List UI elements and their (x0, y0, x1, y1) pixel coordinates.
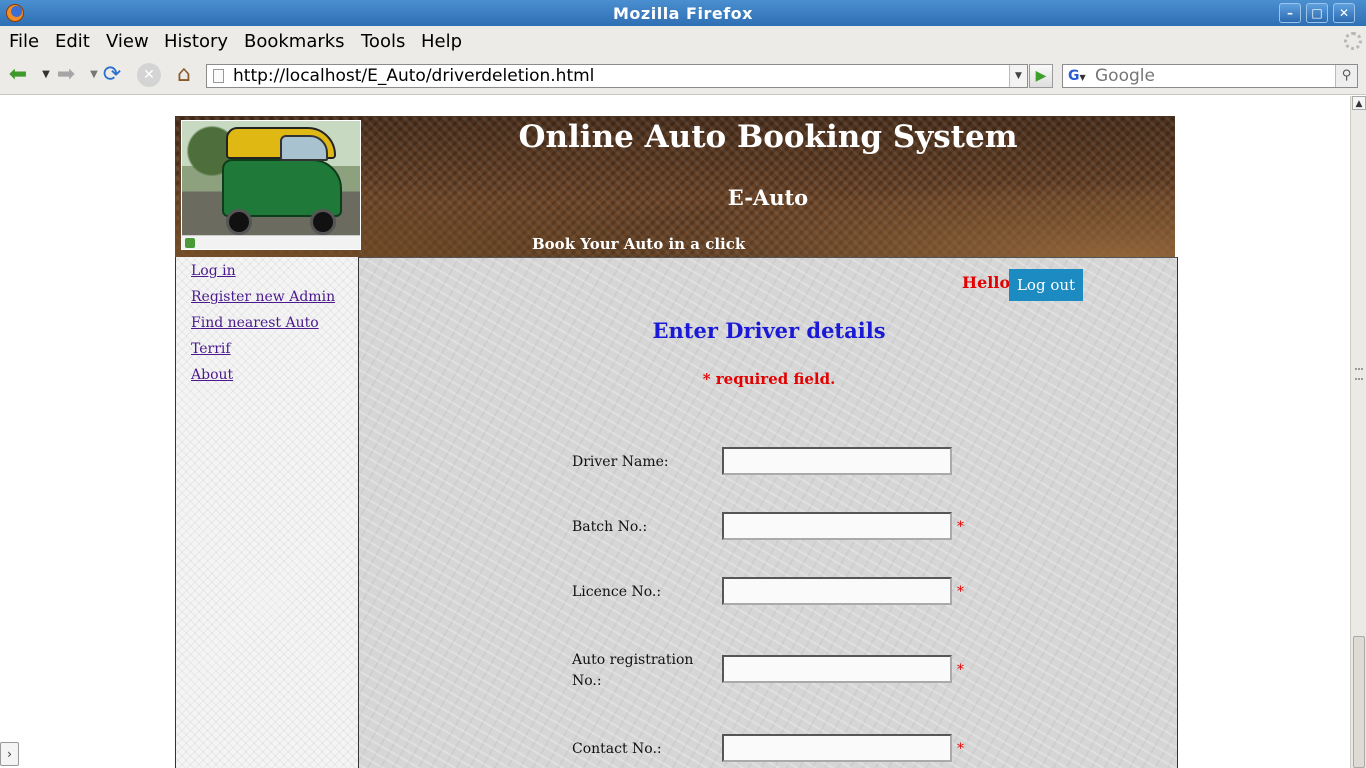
scroll-up-arrow-icon[interactable]: ▲ (1352, 96, 1366, 110)
nav-link-find-nearest-auto[interactable]: Find nearest Auto (191, 315, 319, 331)
auto-registration-no-label: Auto registration No.: (572, 652, 694, 689)
address-bar[interactable]: http://localhost/E_Auto/driverdeletion.h… (206, 64, 1028, 88)
go-button[interactable]: ▶ (1029, 64, 1053, 88)
contact-no-required-mark: * (957, 741, 964, 757)
licence-no-label: Licence No.: (572, 584, 662, 600)
auto-registration-no-required-mark: * (957, 662, 964, 678)
forward-arrow-icon[interactable]: ➡ (54, 63, 78, 87)
page-icon (213, 69, 224, 83)
photo-auto-windshield (280, 135, 328, 161)
minimize-button[interactable]: – (1279, 3, 1301, 23)
batch-no-field[interactable] (722, 512, 952, 540)
menu-bar: File Edit View History Bookmarks Tools H… (0, 26, 1366, 55)
url-text[interactable]: http://localhost/E_Auto/driverdeletion.h… (233, 66, 594, 86)
activity-throbber-icon (1344, 32, 1362, 50)
home-icon[interactable]: ⌂ (172, 63, 196, 87)
magnifier-icon[interactable]: ⚲ (1335, 65, 1357, 87)
search-engine-letter: G (1068, 68, 1080, 84)
site-subtitle: E-Auto (727, 185, 809, 210)
search-bar[interactable]: G▼ ⚲ (1062, 64, 1358, 88)
auto-registration-no-field[interactable] (722, 655, 952, 683)
menu-tools[interactable]: Tools (361, 31, 405, 52)
photo-caption-strip (182, 235, 360, 249)
menu-help[interactable]: Help (421, 31, 462, 52)
auto-rickshaw-photo (181, 120, 361, 250)
greeting-text: Hello, (962, 273, 1016, 292)
menu-view[interactable]: View (106, 31, 149, 52)
menu-file[interactable]: File (9, 31, 39, 52)
photo-logo-icon (185, 238, 195, 248)
photo-wheel (226, 209, 252, 235)
nav-link-login[interactable]: Log in (191, 263, 236, 279)
licence-no-required-mark: * (957, 584, 964, 600)
sidebar-toggle-chevron-icon[interactable]: › (0, 742, 19, 766)
driver-name-field[interactable] (722, 447, 952, 475)
stop-icon[interactable]: ✕ (137, 63, 161, 87)
menu-bookmarks[interactable]: Bookmarks (244, 31, 345, 52)
menu-edit[interactable]: Edit (55, 31, 90, 52)
vertical-scrollbar[interactable]: ▲ (1350, 96, 1366, 768)
page-viewport: Online Auto Booking System E-Auto Book Y… (0, 96, 1350, 768)
batch-no-required-mark: * (957, 519, 964, 535)
licence-no-field[interactable] (722, 577, 952, 605)
search-engine-dropdown-icon: ▼ (1079, 73, 1086, 82)
scrollbar-thumb[interactable] (1353, 636, 1365, 768)
nav-link-terrif[interactable]: Terrif (191, 341, 231, 357)
site-header-banner: Online Auto Booking System E-Auto Book Y… (175, 116, 1175, 257)
form-title: Enter Driver details (652, 318, 886, 343)
photo-wheel (310, 209, 336, 235)
contact-no-field[interactable] (722, 734, 952, 762)
required-field-note: * required field. (702, 370, 836, 388)
left-navigation: Log in Register new Admin Find nearest A… (175, 257, 359, 768)
window-title: Mozilla Firefox (613, 4, 753, 23)
menu-history[interactable]: History (164, 31, 228, 52)
maximize-button[interactable]: □ (1306, 3, 1328, 23)
reload-icon[interactable]: ⟳ (100, 63, 124, 87)
back-arrow-icon[interactable]: ⬅ (6, 63, 30, 87)
window-title-bar: Mozilla Firefox – □ ✕ (0, 0, 1366, 26)
batch-no-label: Batch No.: (572, 519, 648, 535)
logout-button[interactable]: Log out (1009, 269, 1083, 301)
nav-link-register-admin[interactable]: Register new Admin (191, 289, 335, 305)
main-content: Hello, Log out Enter Driver details * re… (358, 257, 1178, 768)
contact-no-label: Contact No.: (572, 741, 662, 757)
search-input[interactable] (1095, 65, 1335, 87)
site-tagline: Book Your Auto in a click (532, 235, 746, 253)
nav-link-about[interactable]: About (191, 367, 233, 383)
site-title: Online Auto Booking System (518, 119, 1018, 155)
close-window-button[interactable]: ✕ (1333, 3, 1355, 23)
search-engine-icon[interactable]: G▼ (1065, 67, 1091, 85)
url-history-dropdown-icon[interactable]: ▼ (1009, 65, 1027, 87)
sidebar-splitter-grip[interactable] (1355, 368, 1363, 380)
driver-name-label: Driver Name: (572, 454, 669, 470)
